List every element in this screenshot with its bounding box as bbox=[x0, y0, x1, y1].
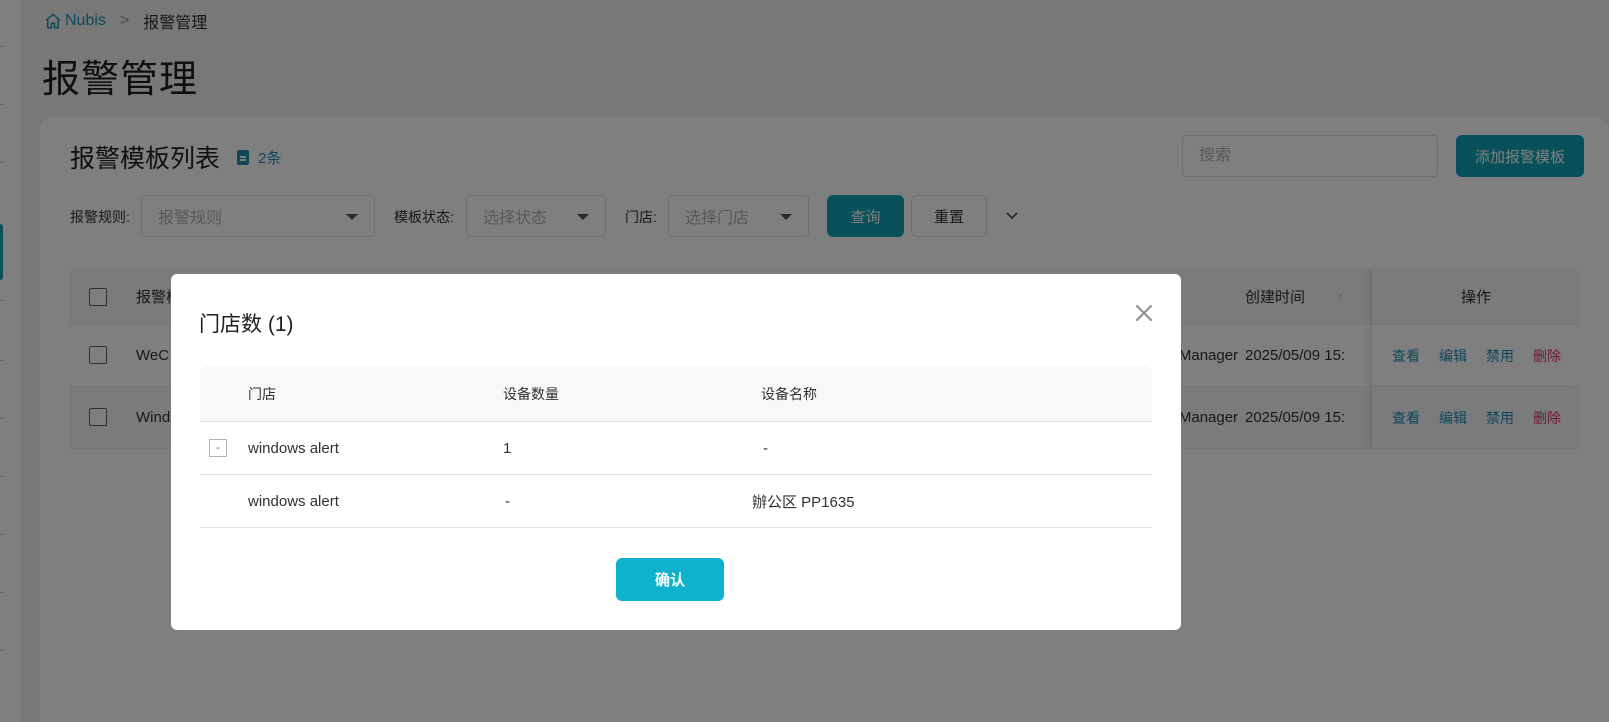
device-name-cell: - bbox=[763, 439, 768, 457]
confirm-button[interactable]: 确认 bbox=[616, 558, 724, 601]
store-table: 门店 设备数量 设备名称 - windows alert 1 - windows… bbox=[200, 366, 1152, 528]
device-count-cell: - bbox=[505, 492, 510, 510]
store-name-cell: windows alert bbox=[248, 439, 339, 457]
column-device-count-header: 设备数量 bbox=[503, 385, 559, 402]
column-store-header: 门店 bbox=[248, 385, 276, 402]
device-count-cell: 1 bbox=[503, 439, 512, 457]
collapse-toggle[interactable]: - bbox=[209, 439, 227, 457]
column-device-name-header: 设备名称 bbox=[761, 385, 817, 402]
device-name-cell: 辦公区 PP1635 bbox=[752, 493, 855, 511]
store-name-cell: windows alert bbox=[248, 492, 339, 510]
device-row: windows alert - 辦公区 PP1635 bbox=[200, 475, 1152, 528]
store-count-dialog: 门店数 (1) 门店 设备数量 设备名称 - windows alert 1 -… bbox=[171, 274, 1181, 630]
dialog-title: 门店数 (1) bbox=[199, 313, 294, 336]
store-row: - windows alert 1 - bbox=[200, 422, 1152, 475]
close-icon[interactable] bbox=[1133, 302, 1155, 324]
store-table-header: 门店 设备数量 设备名称 bbox=[200, 366, 1152, 422]
